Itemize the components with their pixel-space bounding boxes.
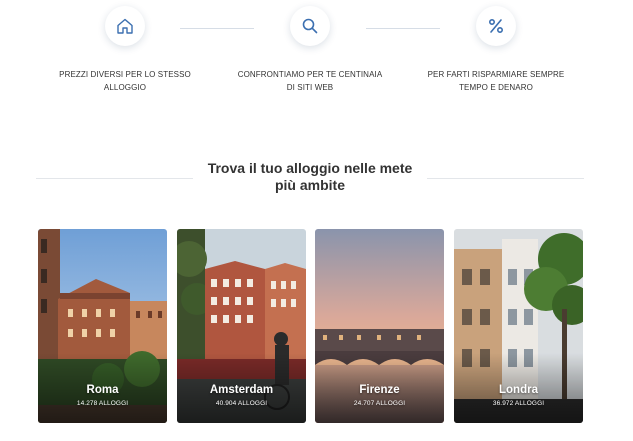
feature-savings: PER FARTI RISPARMIARE SEMPRE TEMPO E DEN…: [411, 0, 581, 94]
home-icon: [105, 6, 145, 46]
destination-card-londra[interactable]: Londra 36.972 ALLOGGI: [454, 229, 583, 423]
section-header: Trova il tuo alloggio nelle mete più amb…: [36, 158, 584, 198]
section-title-line: più ambite: [274, 177, 345, 193]
card-city: Londra: [499, 384, 538, 396]
card-city: Amsterdam: [209, 384, 274, 396]
percent-icon: [476, 6, 516, 46]
feature-text: PER FARTI RISPARMIARE SEMPRE TEMPO E DEN…: [427, 70, 565, 92]
destination-card-firenze[interactable]: Firenze 24.707 ALLOGGI: [315, 229, 444, 423]
section-title-line: Trova il tuo alloggio nelle mete: [207, 160, 413, 176]
feature-price: PREZZI DIVERSI PER LO STESSO ALLOGGIO: [40, 0, 210, 94]
section-title: Trova il tuo alloggio nelle mete più amb…: [36, 160, 584, 194]
destination-card-roma[interactable]: Roma 14.278 ALLOGGI: [38, 229, 167, 423]
card-count: 24.707 ALLOGGI: [353, 400, 406, 407]
feature-compare: CONFRONTIAMO PER TE CENTINAIA DI SITI WE…: [225, 0, 395, 94]
card-count: 40.904 ALLOGGI: [215, 400, 268, 407]
search-icon: [290, 6, 330, 46]
features-row: PREZZI DIVERSI PER LO STESSO ALLOGGIO CO…: [0, 0, 633, 110]
card-city: Firenze: [359, 384, 400, 396]
destination-cards: Roma 14.278 ALLOGGI Amsterdam 40.904 ALL…: [38, 229, 583, 423]
card-count: 14.278 ALLOGGI: [76, 400, 129, 407]
feature-text: CONFRONTIAMO PER TE CENTINAIA DI SITI WE…: [237, 70, 383, 92]
feature-text: PREZZI DIVERSI PER LO STESSO ALLOGGIO: [59, 70, 191, 92]
card-count: 36.972 ALLOGGI: [492, 400, 545, 407]
destination-card-amsterdam[interactable]: Amsterdam 40.904 ALLOGGI: [177, 229, 306, 423]
card-city: Roma: [86, 384, 119, 396]
